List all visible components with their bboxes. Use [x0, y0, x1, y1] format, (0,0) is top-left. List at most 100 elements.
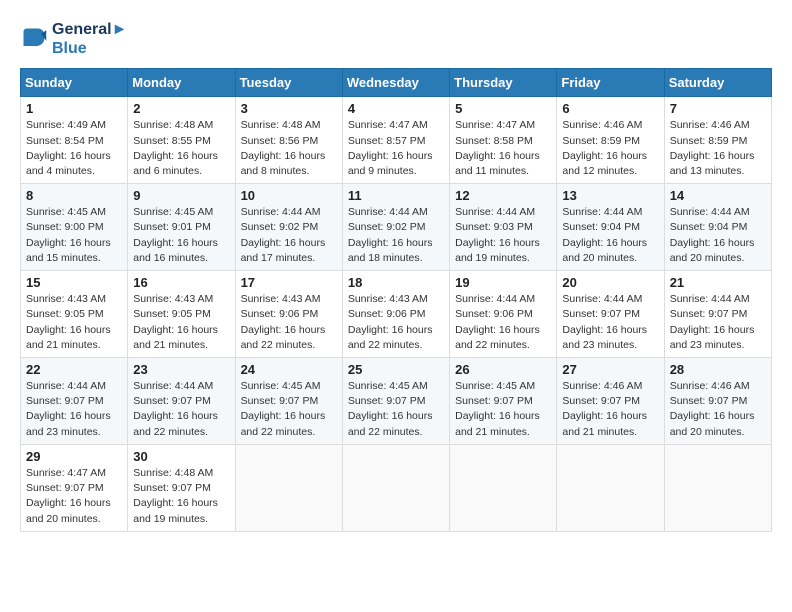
column-header-wednesday: Wednesday: [342, 69, 449, 97]
day-number: 11: [348, 188, 444, 203]
calendar-cell: 15 Sunrise: 4:43 AMSunset: 9:05 PMDayligh…: [21, 271, 128, 358]
calendar-cell: 14 Sunrise: 4:44 AMSunset: 9:04 PMDayligh…: [664, 184, 771, 271]
day-info: Sunrise: 4:46 AMSunset: 9:07 PMDaylight:…: [562, 379, 658, 440]
column-header-thursday: Thursday: [450, 69, 557, 97]
day-number: 23: [133, 362, 229, 377]
logo-text: General► Blue: [52, 20, 127, 58]
column-header-monday: Monday: [128, 69, 235, 97]
calendar-cell: 3Sunrise: 4:48 AMSunset: 8:56 PMDaylight…: [235, 97, 342, 184]
day-info: Sunrise: 4:45 AMSunset: 9:07 PMDaylight:…: [348, 379, 444, 440]
day-info: Sunrise: 4:46 AMSunset: 9:07 PMDaylight:…: [670, 379, 766, 440]
day-info: Sunrise: 4:43 AMSunset: 9:05 PMDaylight:…: [133, 292, 229, 353]
day-number: 17: [241, 275, 337, 290]
column-header-friday: Friday: [557, 69, 664, 97]
day-info: Sunrise: 4:44 AMSunset: 9:02 PMDaylight:…: [348, 205, 444, 266]
day-number: 15: [26, 275, 122, 290]
calendar-cell: 25 Sunrise: 4:45 AMSunset: 9:07 PMDayligh…: [342, 358, 449, 445]
day-number: 2: [133, 101, 229, 116]
calendar-cell: 28 Sunrise: 4:46 AMSunset: 9:07 PMDayligh…: [664, 358, 771, 445]
calendar-cell: 9 Sunrise: 4:45 AMSunset: 9:01 PMDaylight…: [128, 184, 235, 271]
day-number: 28: [670, 362, 766, 377]
day-info: Sunrise: 4:48 AMSunset: 8:55 PMDaylight:…: [133, 118, 229, 179]
day-number: 3: [241, 101, 337, 116]
calendar-cell: 18Sunrise: 4:43 AMSunset: 9:06 PMDayligh…: [342, 271, 449, 358]
column-header-saturday: Saturday: [664, 69, 771, 97]
calendar-cell: 7 Sunrise: 4:46 AMSunset: 8:59 PMDaylight…: [664, 97, 771, 184]
day-info: Sunrise: 4:43 AMSunset: 9:06 PMDaylight:…: [241, 292, 337, 353]
day-info: Sunrise: 4:43 AMSunset: 9:05 PMDaylight:…: [26, 292, 122, 353]
day-info: Sunrise: 4:45 AMSunset: 9:07 PMDaylight:…: [241, 379, 337, 440]
day-number: 26: [455, 362, 551, 377]
day-number: 7: [670, 101, 766, 116]
page-header: General► Blue: [20, 20, 772, 58]
calendar-week-row: 29 Sunrise: 4:47 AMSunset: 9:07 PMDayligh…: [21, 444, 772, 531]
day-number: 19: [455, 275, 551, 290]
calendar-cell: 21 Sunrise: 4:44 AMSunset: 9:07 PMDayligh…: [664, 271, 771, 358]
day-info: Sunrise: 4:46 AMSunset: 8:59 PMDaylight:…: [670, 118, 766, 179]
calendar-cell: 10 Sunrise: 4:44 AMSunset: 9:02 PMDayligh…: [235, 184, 342, 271]
day-info: Sunrise: 4:44 AMSunset: 9:02 PMDaylight:…: [241, 205, 337, 266]
day-info: Sunrise: 4:47 AMSunset: 9:07 PMDaylight:…: [26, 466, 122, 527]
day-number: 6: [562, 101, 658, 116]
calendar-cell: 16 Sunrise: 4:43 AMSunset: 9:05 PMDayligh…: [128, 271, 235, 358]
day-number: 13: [562, 188, 658, 203]
calendar-cell: 17 Sunrise: 4:43 AMSunset: 9:06 PMDayligh…: [235, 271, 342, 358]
calendar-cell: 26 Sunrise: 4:45 AMSunset: 9:07 PMDayligh…: [450, 358, 557, 445]
day-info: Sunrise: 4:44 AMSunset: 9:07 PMDaylight:…: [26, 379, 122, 440]
day-info: Sunrise: 4:45 AMSunset: 9:01 PMDaylight:…: [133, 205, 229, 266]
day-number: 30: [133, 449, 229, 464]
day-number: 16: [133, 275, 229, 290]
calendar-table: SundayMondayTuesdayWednesdayThursdayFrid…: [20, 68, 772, 531]
calendar-week-row: 15 Sunrise: 4:43 AMSunset: 9:05 PMDayligh…: [21, 271, 772, 358]
day-number: 25: [348, 362, 444, 377]
day-number: 14: [670, 188, 766, 203]
day-info: Sunrise: 4:44 AMSunset: 9:04 PMDaylight:…: [562, 205, 658, 266]
calendar-cell: [664, 444, 771, 531]
day-info: Sunrise: 4:43 AMSunset: 9:06 PMDaylight:…: [348, 292, 444, 353]
day-number: 21: [670, 275, 766, 290]
day-number: 20: [562, 275, 658, 290]
calendar-cell: 6Sunrise: 4:46 AMSunset: 8:59 PMDaylight…: [557, 97, 664, 184]
calendar-cell: 24Sunrise: 4:45 AMSunset: 9:07 PMDayligh…: [235, 358, 342, 445]
day-info: Sunrise: 4:44 AMSunset: 9:07 PMDaylight:…: [670, 292, 766, 353]
day-number: 9: [133, 188, 229, 203]
day-info: Sunrise: 4:45 AMSunset: 9:00 PMDaylight:…: [26, 205, 122, 266]
day-number: 29: [26, 449, 122, 464]
day-info: Sunrise: 4:45 AMSunset: 9:07 PMDaylight:…: [455, 379, 551, 440]
day-info: Sunrise: 4:44 AMSunset: 9:03 PMDaylight:…: [455, 205, 551, 266]
column-header-sunday: Sunday: [21, 69, 128, 97]
day-info: Sunrise: 4:47 AMSunset: 8:58 PMDaylight:…: [455, 118, 551, 179]
day-number: 27: [562, 362, 658, 377]
calendar-cell: 1Sunrise: 4:49 AMSunset: 8:54 PMDaylight…: [21, 97, 128, 184]
calendar-cell: 13 Sunrise: 4:44 AMSunset: 9:04 PMDayligh…: [557, 184, 664, 271]
day-number: 5: [455, 101, 551, 116]
day-info: Sunrise: 4:48 AMSunset: 9:07 PMDaylight:…: [133, 466, 229, 527]
calendar-cell: [235, 444, 342, 531]
day-info: Sunrise: 4:44 AMSunset: 9:06 PMDaylight:…: [455, 292, 551, 353]
calendar-header-row: SundayMondayTuesdayWednesdayThursdayFrid…: [21, 69, 772, 97]
day-info: Sunrise: 4:47 AMSunset: 8:57 PMDaylight:…: [348, 118, 444, 179]
day-number: 8: [26, 188, 122, 203]
calendar-cell: 29 Sunrise: 4:47 AMSunset: 9:07 PMDayligh…: [21, 444, 128, 531]
logo: General► Blue: [20, 20, 127, 58]
calendar-cell: [450, 444, 557, 531]
calendar-body: 1Sunrise: 4:49 AMSunset: 8:54 PMDaylight…: [21, 97, 772, 531]
day-number: 12: [455, 188, 551, 203]
calendar-cell: 23Sunrise: 4:44 AMSunset: 9:07 PMDayligh…: [128, 358, 235, 445]
calendar-week-row: 22Sunrise: 4:44 AMSunset: 9:07 PMDayligh…: [21, 358, 772, 445]
day-info: Sunrise: 4:44 AMSunset: 9:07 PMDaylight:…: [562, 292, 658, 353]
calendar-cell: 2 Sunrise: 4:48 AMSunset: 8:55 PMDaylight…: [128, 97, 235, 184]
calendar-cell: 22Sunrise: 4:44 AMSunset: 9:07 PMDayligh…: [21, 358, 128, 445]
calendar-cell: 20 Sunrise: 4:44 AMSunset: 9:07 PMDayligh…: [557, 271, 664, 358]
day-number: 10: [241, 188, 337, 203]
day-number: 4: [348, 101, 444, 116]
calendar-week-row: 1Sunrise: 4:49 AMSunset: 8:54 PMDaylight…: [21, 97, 772, 184]
day-info: Sunrise: 4:44 AMSunset: 9:04 PMDaylight:…: [670, 205, 766, 266]
calendar-cell: 12 Sunrise: 4:44 AMSunset: 9:03 PMDayligh…: [450, 184, 557, 271]
logo-icon: [20, 25, 48, 53]
column-header-tuesday: Tuesday: [235, 69, 342, 97]
calendar-cell: 30 Sunrise: 4:48 AMSunset: 9:07 PMDayligh…: [128, 444, 235, 531]
calendar-cell: [342, 444, 449, 531]
calendar-week-row: 8 Sunrise: 4:45 AMSunset: 9:00 PMDaylight…: [21, 184, 772, 271]
calendar-cell: 5 Sunrise: 4:47 AMSunset: 8:58 PMDaylight…: [450, 97, 557, 184]
